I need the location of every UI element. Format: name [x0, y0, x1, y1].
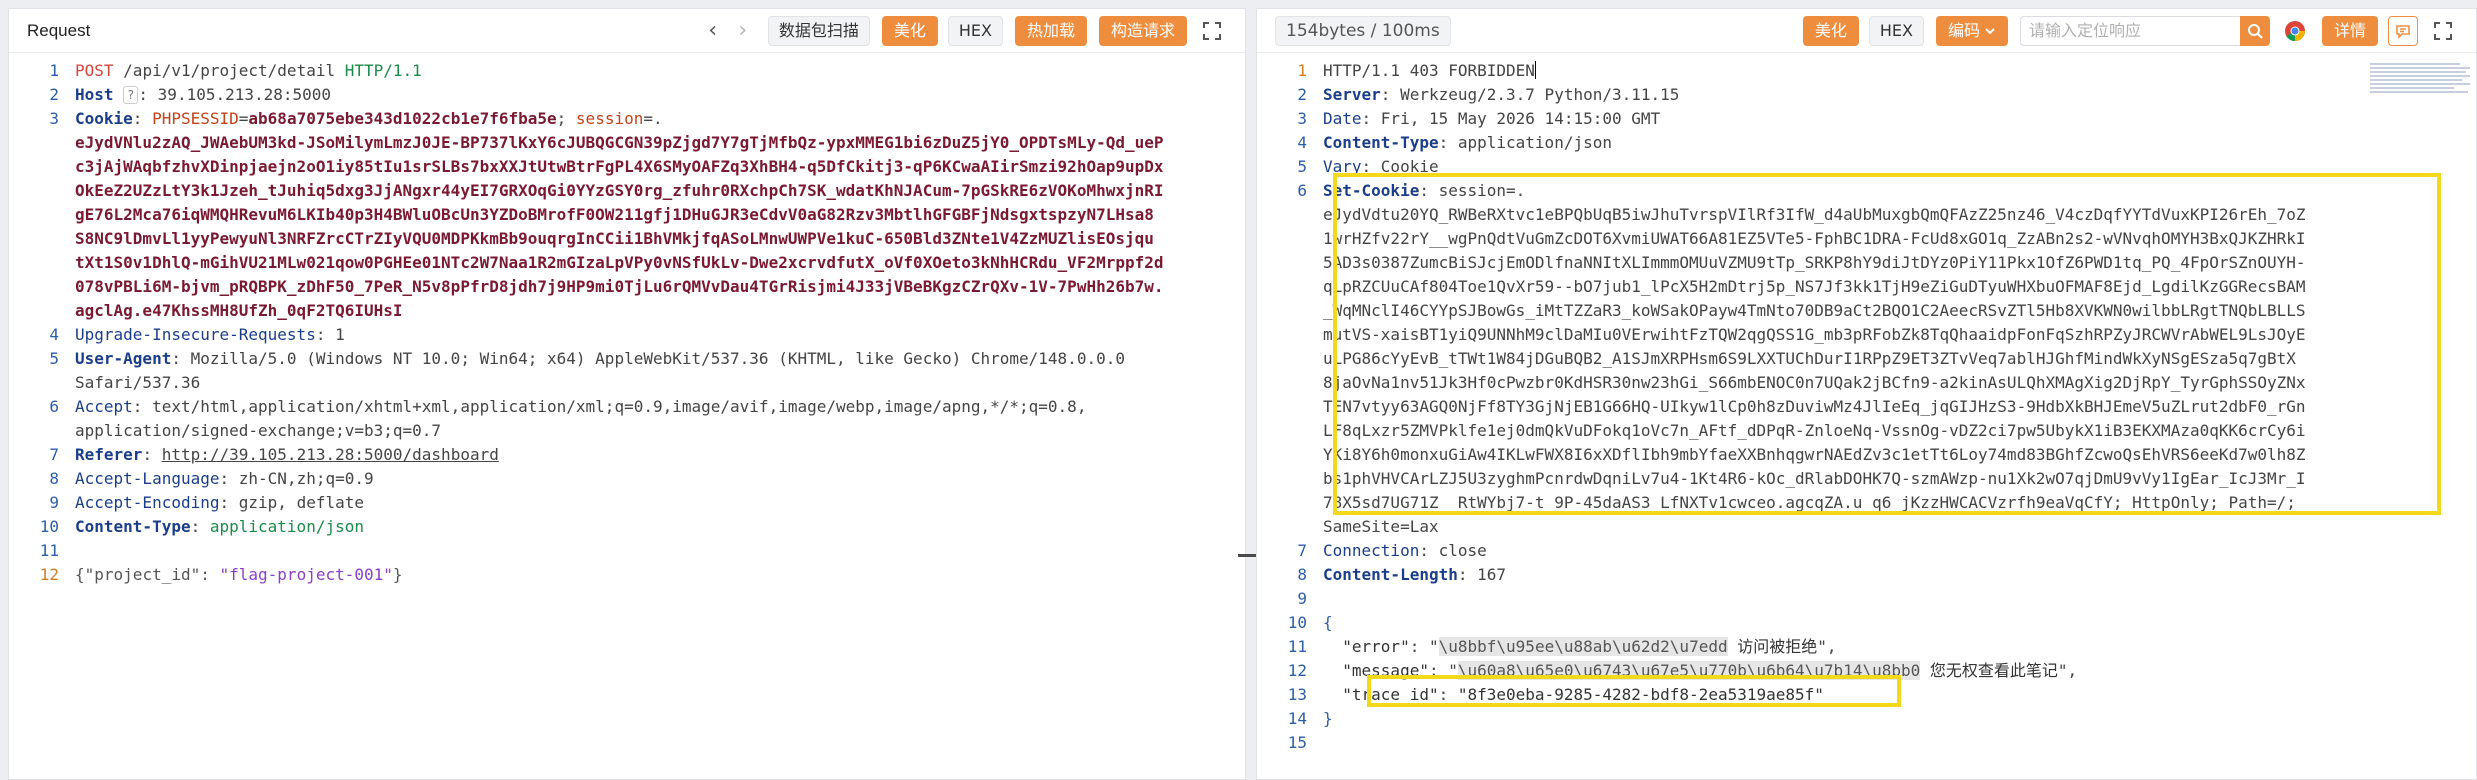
request-line: 12 {"project_id": "flag-project-001"}: [39, 565, 403, 584]
comment-icon[interactable]: [2388, 15, 2418, 46]
response-pane: 154bytes / 100ms 美化 HEX 编码 详情: [1256, 8, 2477, 780]
request-line: 7 Referer: http://39.105.213.28:5000/das…: [49, 445, 499, 464]
pane-splitter[interactable]: [1238, 554, 1256, 557]
host-help-badge[interactable]: ?: [123, 86, 139, 104]
encoding-dropdown[interactable]: 编码: [1935, 15, 2008, 46]
forward-arrow-icon[interactable]: ›: [728, 18, 758, 43]
request-pane: Request ‹ › 数据包扫描 美化 HEX 热加载 构造请求 1 POST…: [8, 8, 1246, 780]
response-line: 3 Date: Fri, 15 May 2026 14:15:00 GMT: [1297, 109, 1661, 128]
text-cursor: [1534, 61, 1536, 79]
request-hex-button[interactable]: HEX: [947, 15, 1003, 46]
request-line: 3 Cookie: PHPSESSID=ab68a7075ebe343d1022…: [49, 109, 663, 128]
request-line: 9 Accept-Encoding: gzip, deflate: [49, 493, 364, 512]
locate-response-input[interactable]: [2019, 15, 2240, 46]
response-line: 10 {: [1287, 613, 1333, 632]
request-beautify-button[interactable]: 美化: [881, 15, 938, 46]
code-minimap[interactable]: [2370, 61, 2470, 121]
back-arrow-icon[interactable]: ‹: [698, 18, 728, 43]
request-line: 5 User-Agent: Mozilla/5.0 (Windows NT 10…: [49, 349, 1125, 368]
response-line: 2 Server: Werkzeug/2.3.7 Python/3.11.15: [1297, 85, 1680, 104]
response-toolbar: 154bytes / 100ms 美化 HEX 编码 详情: [1257, 9, 2476, 53]
chrome-icon[interactable]: [2280, 16, 2310, 46]
response-line: 14 }: [1287, 709, 1333, 728]
response-line: 4 Content-Type: application/json: [1297, 133, 1612, 152]
request-line: 2 Host ?: 39.105.213.28:5000: [49, 85, 332, 104]
build-request-button[interactable]: 构造请求: [1098, 15, 1187, 46]
response-line: 15: [1287, 733, 1307, 752]
response-stats: 154bytes / 100ms: [1275, 15, 1451, 46]
chevron-down-icon: [1985, 27, 1995, 34]
request-line: 6 Accept: text/html,application/xhtml+xm…: [49, 397, 1087, 416]
response-line: 8 Content-Length: 167: [1297, 565, 1507, 584]
request-line: 10 Content-Type: application/json: [39, 517, 364, 536]
expand-icon[interactable]: [1197, 16, 1227, 46]
trace-id-highlight-box: [1367, 675, 1901, 707]
search-button[interactable]: [2239, 15, 2270, 46]
expand-icon[interactable]: [2428, 16, 2458, 46]
referer-link[interactable]: http://39.105.213.28:5000/dashboard: [162, 445, 499, 464]
packet-scan-button[interactable]: 数据包扫描: [767, 15, 870, 46]
request-line: 1 POST /api/v1/project/detail HTTP/1.1: [49, 61, 422, 80]
set-cookie-highlight-box: [1333, 173, 2441, 515]
request-line: 4 Upgrade-Insecure-Requests: 1: [49, 325, 345, 344]
response-hex-button[interactable]: HEX: [1868, 15, 1924, 46]
details-button[interactable]: 详情: [2321, 15, 2378, 46]
search-icon: [2247, 23, 2263, 39]
request-line: 11: [39, 541, 59, 560]
request-line: 8 Accept-Language: zh-CN,zh;q=0.9: [49, 469, 374, 488]
request-title: Request: [27, 20, 91, 40]
response-line: 1 HTTP/1.1 403 FORBIDDEN: [1297, 61, 1536, 80]
response-line: 9: [1297, 589, 1307, 608]
request-editor[interactable]: 1 POST /api/v1/project/detail HTTP/1.1 2…: [9, 53, 1245, 779]
response-line: 7 Connection: close: [1297, 541, 1487, 560]
request-toolbar: Request ‹ › 数据包扫描 美化 HEX 热加载 构造请求: [9, 9, 1245, 53]
response-line: 11 "error": "\u8bbf\u95ee\u88ab\u62d2\u7…: [1287, 637, 1837, 656]
hot-load-button[interactable]: 热加载: [1014, 15, 1087, 46]
response-beautify-button[interactable]: 美化: [1802, 15, 1859, 46]
